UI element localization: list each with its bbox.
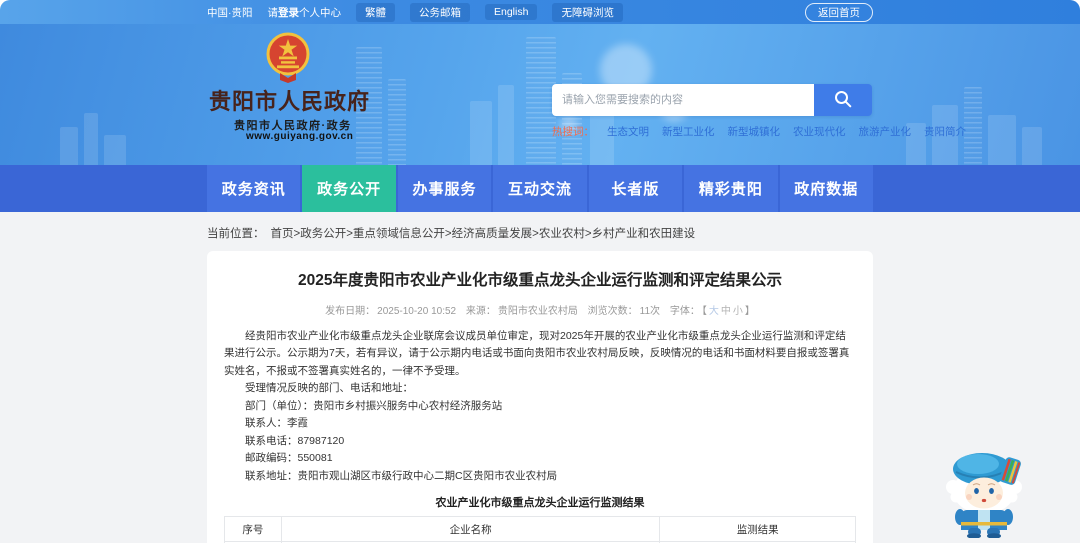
nav-item-jingcai-guiyang[interactable]: 精彩贵阳: [684, 165, 778, 212]
site-banner: 贵阳市人民政府 贵阳市人民政府·政务 www.guiyang.gov.cn 热搜…: [0, 24, 1080, 165]
font-size-large-button[interactable]: 大: [709, 306, 719, 317]
col-header-company: 企业名称: [280, 516, 661, 543]
topbar-inner: 中国·贵阳 请登录个人中心 繁體 公务邮箱 English 无障碍浏览 返回首页: [207, 0, 873, 24]
search-input[interactable]: [552, 84, 814, 116]
main-nav-inner: 政务资讯 政务公开 办事服务 互动交流 长者版 精彩贵阳 政府数据: [207, 165, 873, 212]
nav-item-zhengwu-gongkai[interactable]: 政务公开: [302, 165, 396, 212]
search-area: 热搜词： 生态文明 新型工业化 新型城镇化 农业现代化 旅游产业化 贵阳简介: [552, 84, 966, 139]
hot-search-link[interactable]: 生态文明: [607, 124, 649, 139]
breadcrumb-label: 当前位置：: [207, 228, 265, 240]
topbar: 中国·贵阳 请登录个人中心 繁體 公务邮箱 English 无障碍浏览 返回首页: [0, 0, 1080, 24]
national-emblem-icon: [266, 31, 310, 89]
search-button[interactable]: [814, 84, 872, 116]
nav-item-banshi-fuwu[interactable]: 办事服务: [397, 165, 492, 212]
hot-search-link[interactable]: 贵阳简介: [924, 124, 966, 139]
font-size-small-button[interactable]: 小: [733, 306, 743, 317]
login-prefix: 请: [267, 6, 279, 19]
nav-item-zhengwu-zixun[interactable]: 政务资讯: [207, 165, 301, 212]
breadcrumb: 当前位置： 首页>政务公开>重点领域信息公开>经济高质量发展>农业农村>乡村产业和…: [207, 225, 1080, 241]
hot-search-label: 热搜词：: [552, 126, 594, 138]
nav-item-zhangzheban[interactable]: 长者版: [588, 165, 683, 212]
hot-search-link[interactable]: 旅游产业化: [859, 124, 912, 139]
banner-skyline: [988, 115, 1016, 165]
article-paragraph: 受理情况反映的部门、电话和地址：: [245, 382, 413, 395]
login-emphasis: 登录: [278, 6, 299, 19]
publish-date-label: 发布日期：: [325, 305, 376, 317]
col-header-no: 序号: [224, 516, 282, 543]
publish-date: 2025-10-20 10:52: [377, 305, 457, 317]
article-paragraph: 联系人：李霞: [245, 417, 308, 430]
banner-skyline: [60, 127, 78, 165]
topbar-link-china-guiyang[interactable]: 中国·贵阳: [207, 5, 253, 20]
article-paragraph: 邮政编码：550081: [245, 452, 333, 465]
article-body: 经贵阳市农业产业化市级重点龙头企业联席会议成员单位审定，现对2025年开展的农业…: [224, 328, 856, 486]
mascot-assistant-icon[interactable]: [938, 444, 1030, 539]
article-paragraph: 联系地址：贵阳市观山湖区市级行政中心二期C区贵阳市农业农村局: [245, 469, 558, 482]
nav-item-hudong-jiaoliu[interactable]: 互动交流: [493, 165, 587, 212]
font-size-medium-button[interactable]: 中: [721, 306, 731, 317]
topbar-accessibility-button[interactable]: 无障碍浏览: [552, 2, 623, 22]
topbar-english-button[interactable]: English: [485, 4, 538, 20]
article-paragraph: 部门（单位）：贵阳市乡村振兴服务中心农村经济服务站: [245, 399, 503, 412]
topbar-traditional-chinese-button[interactable]: 繁體: [356, 2, 395, 22]
nav-item-zhengfu-shuju[interactable]: 政府数据: [779, 165, 873, 212]
font-bracket-close: 】: [744, 305, 755, 317]
banner-skyline: [498, 85, 514, 165]
table-header-row: 序号 企业名称 监测结果: [224, 516, 856, 543]
login-suffix: 个人中心: [299, 6, 341, 19]
page-title: 2025年度贵阳市农业产业化市级重点龙头企业运行监测和评定结果公示: [298, 272, 782, 289]
result-table-title: 农业产业化市级重点龙头企业运行监测结果: [435, 497, 645, 510]
main-nav: 政务资讯 政务公开 办事服务 互动交流 长者版 精彩贵阳 政府数据: [0, 165, 1080, 212]
article-card: 2025年度贵阳市农业产业化市级重点龙头企业运行监测和评定结果公示 发布日期： 2…: [207, 251, 873, 543]
site-url: www.guiyang.gov.cn: [246, 131, 354, 142]
topbar-official-mail-button[interactable]: 公务邮箱: [410, 2, 470, 22]
article-paragraph: 经贵阳市农业产业化市级重点龙头企业联席会议成员单位审定，现对2025年开展的农业…: [224, 329, 850, 377]
source: 贵阳市农业农村局: [497, 305, 578, 317]
site-title[interactable]: 贵阳市人民政府: [209, 84, 459, 116]
banner-skyline: [470, 101, 492, 165]
hot-search-link[interactable]: 农业现代化: [793, 124, 846, 139]
hot-search-row: 热搜词： 生态文明 新型工业化 新型城镇化 农业现代化 旅游产业化 贵阳简介: [552, 124, 966, 139]
topbar-login-link[interactable]: 请登录个人中心: [268, 5, 342, 20]
article-meta: 发布日期： 2025-10-20 10:52 来源： 贵阳市农业农村局 浏览次数： 1…: [224, 302, 856, 317]
banner-skyline: [84, 113, 98, 165]
banner-skyline-tower: [964, 87, 982, 165]
back-to-home-button[interactable]: 返回首页: [805, 2, 873, 22]
col-header-result: 监测结果: [659, 516, 856, 543]
views: 11次: [639, 305, 661, 317]
breadcrumb-path[interactable]: 首页>政务公开>重点领域信息公开>经济高质量发展>农业农村>乡村产业和农田建设: [271, 228, 696, 240]
font-bracket-open: 【: [701, 305, 707, 317]
font-size-label: 字体：: [669, 305, 700, 317]
hot-search-link[interactable]: 新型城镇化: [728, 124, 781, 139]
source-label: 来源：: [465, 305, 496, 317]
monitoring-result-table: 序号 企业名称 监测结果 1 贵州合力超市采购有限公司 合格 2 贵州友禾种业有…: [224, 516, 856, 543]
views-label: 浏览次数：: [587, 305, 638, 317]
banner-skyline: [1022, 127, 1042, 165]
search-bar: [552, 84, 872, 116]
hot-search-link[interactable]: 新型工业化: [662, 124, 715, 139]
banner-skyline: [104, 135, 126, 165]
article-paragraph: 联系电话：87987120: [245, 434, 345, 447]
guiyang-gov-webpage: 中国·贵阳 请登录个人中心 繁體 公务邮箱 English 无障碍浏览 返回首页: [0, 0, 1080, 543]
search-icon: [833, 89, 853, 112]
